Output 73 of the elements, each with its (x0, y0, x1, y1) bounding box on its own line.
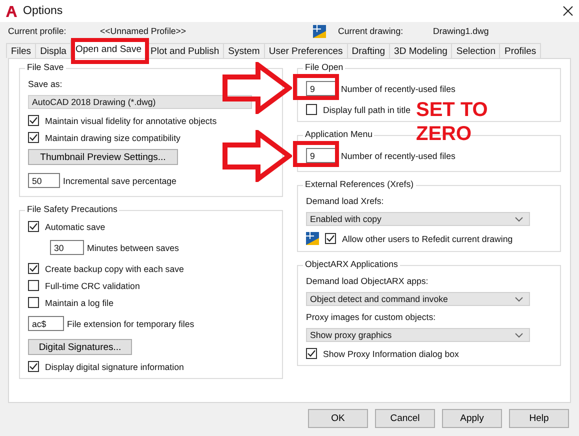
window-title: Options (23, 5, 64, 17)
field-label: File extension for temporary files (67, 318, 194, 328)
field-label: Minutes between saves (87, 242, 179, 252)
checkbox[interactable] (28, 361, 39, 372)
dropdown[interactable]: Show proxy graphics (306, 328, 530, 342)
field-label: Save as: (28, 79, 64, 89)
group-title: File Open (303, 62, 346, 72)
highlight-frame (293, 74, 339, 100)
input-field[interactable]: 30 (50, 240, 84, 255)
input-field[interactable]: 50 (28, 173, 60, 188)
dialog-button[interactable]: Apply (442, 409, 502, 428)
field-label: Demand load ObjectARX apps: (306, 276, 430, 286)
dialog-button[interactable]: Cancel (375, 409, 435, 428)
field-label: Proxy images for custom objects: (306, 312, 437, 322)
arrow-drawing (222, 130, 292, 182)
checkbox-label[interactable]: Allow other users to Refedit current drawing (342, 234, 513, 244)
highlight-frame (293, 141, 339, 167)
input-field[interactable]: 9 (306, 148, 338, 163)
group-title: Application Menu (303, 129, 374, 139)
checkbox-label[interactable]: Full-time CRC validation (45, 280, 140, 290)
settings-button[interactable]: Thumbnail Preview Settings... (28, 149, 178, 165)
checkbox[interactable] (28, 132, 39, 143)
app-logo-icon (6, 6, 17, 16)
profile-label: Current profile: (8, 26, 68, 36)
checkbox[interactable] (28, 115, 39, 126)
dialog-button[interactable]: Help (509, 409, 569, 428)
checkbox[interactable] (28, 263, 39, 274)
tab[interactable]: Files (6, 43, 36, 58)
dropdown[interactable]: AutoCAD 2018 Drawing (*.dwg) (28, 95, 252, 109)
settings-button[interactable]: Digital Signatures... (28, 339, 132, 355)
chevron-icon (515, 332, 523, 338)
checkbox-label[interactable]: Maintain visual fidelity for annotative objects (45, 116, 217, 126)
checkbox-label[interactable]: Maintain drawing size compatibility (45, 132, 180, 142)
profile-value: <<Unnamed Profile>> (100, 26, 188, 36)
tab[interactable]: Drafting (346, 43, 390, 58)
field-label: Demand load Xrefs: (306, 196, 385, 206)
checkbox-label[interactable]: Maintain a log file (45, 298, 114, 308)
dropdown[interactable]: Object detect and command invoke (306, 292, 530, 306)
group-title: File Safety Precautions (25, 204, 120, 214)
tab[interactable]: Profiles (499, 43, 542, 58)
group-title: File Save (25, 62, 66, 72)
chevron-icon (515, 296, 523, 302)
checkbox[interactable] (28, 221, 39, 232)
checkbox[interactable] (28, 280, 39, 291)
field-label: Incremental save percentage (63, 176, 176, 186)
tab[interactable]: 3D Modeling (389, 43, 452, 58)
checkbox-label[interactable]: Automatic save (45, 222, 106, 232)
field-label: Number of recently-used files (341, 84, 456, 94)
chevron-icon (515, 216, 523, 222)
drawing-label: Current drawing: (338, 26, 404, 36)
checkbox-label[interactable]: Create backup copy with each save (45, 264, 184, 274)
annotation-text: SET TO ZERO (416, 98, 489, 146)
checkbox[interactable] (325, 233, 336, 244)
tab[interactable]: Displa (35, 43, 72, 58)
arrow-drawing (222, 62, 292, 114)
dialog-button[interactable]: OK (308, 409, 368, 428)
drawing-file-icon (306, 232, 319, 245)
checkbox-label[interactable]: Display digital signature information (45, 362, 184, 372)
input-field[interactable]: 9 (306, 81, 338, 96)
checkbox[interactable] (28, 297, 39, 308)
input-field[interactable]: ac$ (28, 316, 64, 331)
group-title: ObjectARX Applications (303, 259, 400, 269)
drawing-file-icon (313, 24, 326, 38)
field-label: Number of recently-used files (341, 150, 456, 160)
dropdown[interactable]: Enabled with copy (306, 212, 530, 226)
group-title: External References (Xrefs) (303, 179, 416, 189)
checkbox-label[interactable]: Show Proxy Information dialog box (323, 348, 459, 358)
close-icon[interactable] (563, 6, 573, 16)
checkbox[interactable] (306, 104, 317, 115)
tab[interactable]: System (223, 43, 265, 58)
checkbox[interactable] (306, 348, 317, 359)
checkbox-label[interactable]: Display full path in title (323, 104, 411, 114)
drawing-value: Drawing1.dwg (433, 26, 489, 36)
